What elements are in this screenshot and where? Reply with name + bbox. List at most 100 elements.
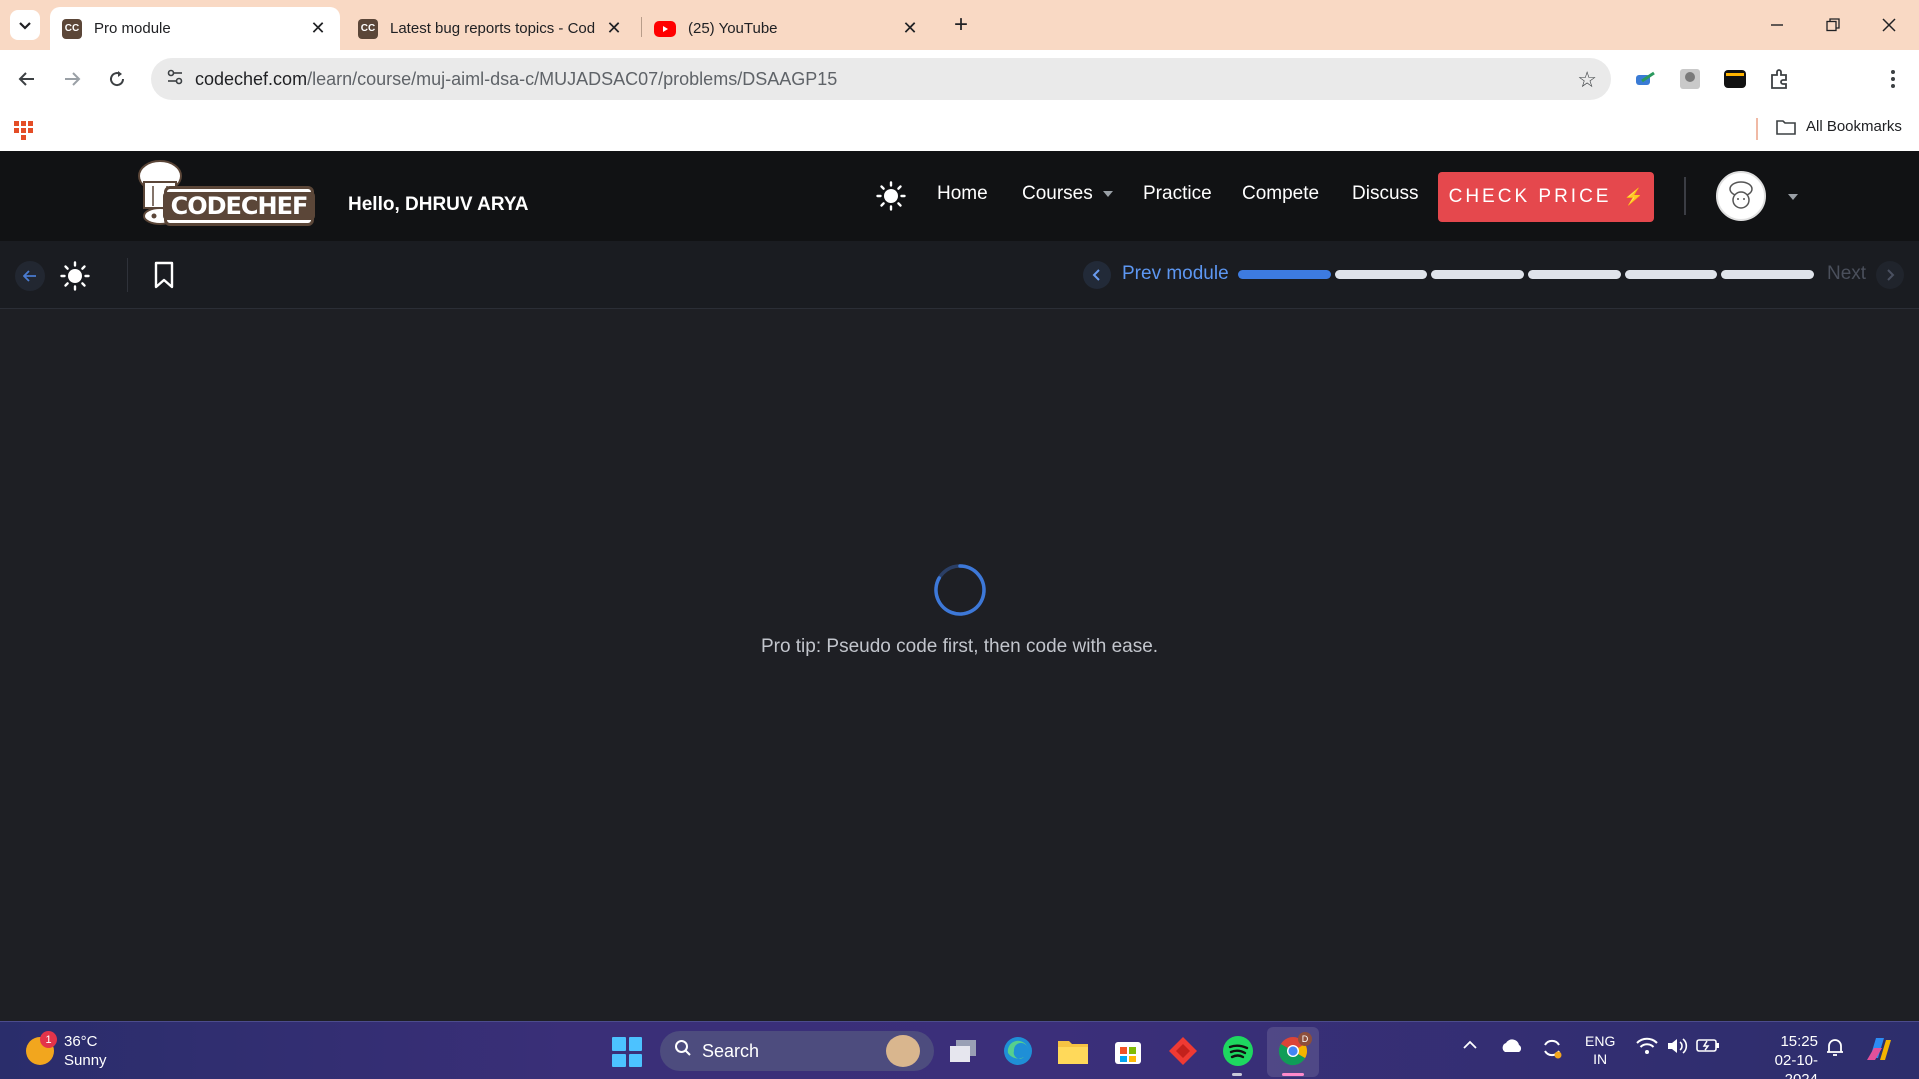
forward-button[interactable] [57,64,87,94]
module-toolbar: Prev module Next [0,241,1919,309]
problem-content-area: Pro tip: Pseudo code first, then code wi… [0,310,1919,1021]
extension-portrait-icon[interactable] [1677,66,1703,92]
back-button[interactable] [12,64,42,94]
all-bookmarks-button[interactable]: All Bookmarks [1776,118,1902,135]
site-settings-icon[interactable] [155,68,195,91]
chevron-left-icon[interactable] [1083,261,1111,289]
clock-time: 15:25 [1780,1033,1818,1050]
sync-icon[interactable] [1541,1037,1563,1064]
battery-icon[interactable] [1696,1037,1720,1058]
new-tab-plus-icon[interactable]: + [947,11,975,39]
tab-close-icon[interactable]: ✕ [308,18,328,39]
task-view-icon[interactable] [946,1034,980,1068]
close-window-button[interactable] [1866,8,1912,42]
user-avatar[interactable] [1716,171,1766,221]
progress-segment [1624,270,1718,279]
weather-sun-icon: 1 [26,1031,57,1065]
tab-youtube[interactable]: (25) YouTube ✕ [642,7,932,50]
header-divider [1684,177,1686,215]
prev-module-button[interactable]: Prev module [1122,263,1229,285]
extensions-puzzle-icon[interactable] [1767,66,1793,92]
bookmark-divider [1756,118,1758,140]
codechef-favicon-icon: CC [62,18,82,39]
weather-widget[interactable]: 1 36°C Sunny [26,1031,107,1070]
extension-cloud-icon[interactable] [1632,66,1658,92]
logo-text: CODECHEF [162,192,316,220]
spotify-icon[interactable] [1221,1034,1255,1068]
close-icon [1882,18,1896,32]
bookmark-app-icon[interactable] [14,117,36,140]
url-host: codechef.com [195,68,308,89]
edge-browser-icon[interactable] [1001,1034,1035,1068]
taskbar-clock[interactable]: 15:25 02-10-2024 [1744,1032,1818,1079]
progress-segment [1238,270,1331,279]
logo-wordmark: CODECHEF [162,186,316,226]
bookmark-icon[interactable] [150,260,178,290]
avatar-menu-caret-icon[interactable] [1788,194,1798,200]
microsoft-store-icon[interactable] [1111,1034,1145,1068]
tab-pro-module[interactable]: CC Pro module ✕ [50,7,340,50]
address-bar[interactable]: codechef.com/learn/course/muj-aiml-dsa-c… [151,58,1611,100]
restore-icon [1826,18,1840,32]
copilot-icon[interactable] [1864,1034,1894,1069]
nav-compete[interactable]: Compete [1242,183,1319,205]
volume-icon[interactable] [1666,1037,1688,1060]
onedrive-cloud-icon[interactable] [1500,1037,1524,1060]
arrow-left-icon [23,270,36,282]
url-text: codechef.com/learn/course/muj-aiml-dsa-c… [195,69,837,90]
notification-bell-icon[interactable] [1826,1037,1844,1062]
lang-code: ENG [1585,1033,1616,1049]
bookmark-bar: All Bookmarks [0,108,1919,151]
tab-label: (25) YouTube [688,20,778,37]
show-hidden-icons-chevron-icon[interactable] [1462,1037,1478,1058]
tab-close-icon[interactable]: ✕ [604,18,624,39]
tab-bug-reports[interactable]: CC Latest bug reports topics - Cod ✕ [346,7,636,50]
sun-theme-toggle-icon[interactable] [60,261,90,291]
language-indicator[interactable]: ENG IN [1585,1032,1615,1068]
sun-theme-toggle-icon[interactable] [876,181,906,211]
restore-window-button[interactable] [1810,8,1856,42]
codechef-logo[interactable]: CODECHEF [130,160,320,232]
chevron-down-icon [19,22,31,30]
nav-courses[interactable]: Courses [1022,183,1113,205]
weather-desc: Sunny [64,1052,107,1069]
browser-tab-bar: CC Pro module ✕ CC Latest bug reports to… [0,0,1919,50]
back-arrow-button[interactable] [15,261,45,291]
spotify-running-indicator [1232,1073,1242,1076]
reload-icon [110,71,125,87]
toolbar-divider [127,258,128,292]
chrome-running-indicator [1282,1073,1304,1076]
bookmark-star-icon[interactable]: ☆ [1577,67,1597,93]
taskbar-search-box[interactable]: Search [660,1031,934,1071]
youtube-icon [654,20,676,37]
chevron-right-icon[interactable] [1876,261,1904,289]
lang-region: IN [1593,1051,1608,1067]
minimize-window-button[interactable] [1754,8,1800,42]
file-explorer-icon[interactable] [1056,1034,1090,1068]
tab-close-icon[interactable]: ✕ [900,18,920,39]
next-button[interactable]: Next [1827,263,1866,285]
wifi-icon[interactable] [1636,1037,1658,1060]
weather-badge: 1 [40,1031,57,1048]
nav-discuss[interactable]: Discuss [1352,183,1419,205]
progress-segment [1431,270,1525,279]
loading-tip-text: Pro tip: Pseudo code first, then code wi… [760,636,1159,657]
anydesk-icon[interactable] [1166,1034,1200,1068]
check-price-button[interactable]: CHECK PRICE ⚡ [1438,172,1654,222]
folder-icon [1776,119,1796,135]
browser-toolbar: codechef.com/learn/course/muj-aiml-dsa-c… [0,50,1919,142]
reload-button[interactable] [102,64,132,94]
tab-search-button[interactable] [10,10,40,40]
windows-start-icon[interactable] [612,1037,642,1067]
search-icon [674,1039,692,1063]
browser-menu-icon[interactable] [1880,66,1906,92]
minimize-icon [1771,24,1783,26]
nav-practice[interactable]: Practice [1143,183,1212,205]
tab-label: Latest bug reports topics - Cod [390,20,596,37]
search-label: Search [702,1040,760,1061]
windows-taskbar: 1 36°C Sunny Search D ENG IN 15:25 02-10… [0,1021,1919,1079]
chrome-profile-badge: D [1298,1032,1312,1046]
extension-card-icon[interactable] [1722,66,1748,92]
loading-spinner-icon [934,564,986,616]
nav-home[interactable]: Home [937,183,988,205]
